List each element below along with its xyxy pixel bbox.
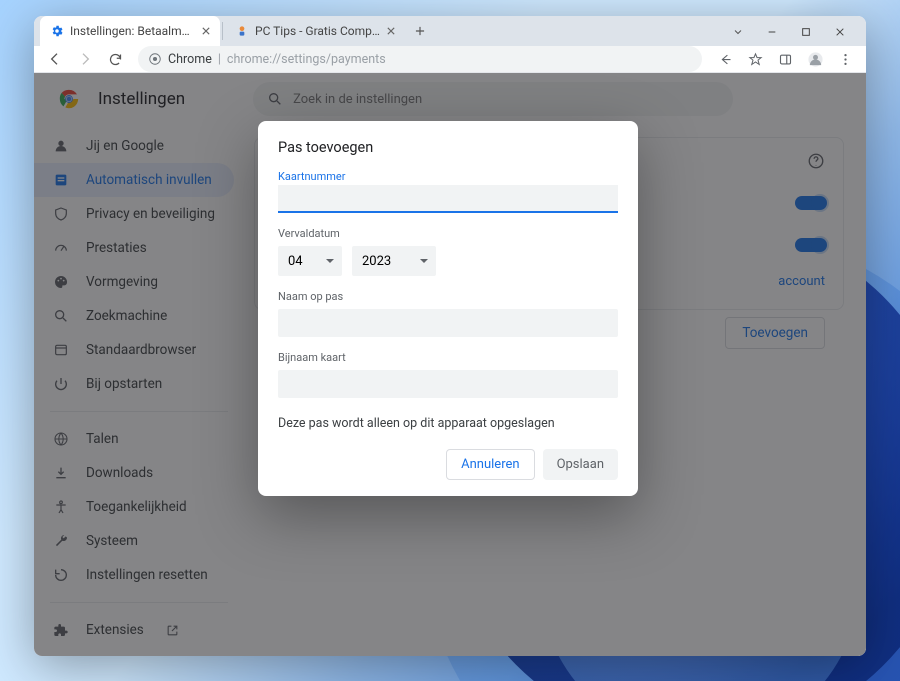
share-icon[interactable]: [712, 46, 738, 72]
chevron-down-icon[interactable]: [724, 22, 752, 42]
tab-pctips[interactable]: PC Tips - Gratis Computer Tips, i: [225, 16, 405, 46]
tab-settings-payments[interactable]: Instellingen: Betaalmethoden: [40, 16, 220, 46]
dialog-note: Deze pas wordt alleen op dit apparaat op…: [278, 416, 618, 431]
browser-toolbar: Chrome | chrome://settings/payments: [34, 46, 866, 73]
forward-button[interactable]: [72, 46, 98, 72]
name-on-card-label: Naam op pas: [278, 290, 618, 303]
expiry-year-select[interactable]: 2023: [352, 246, 436, 276]
chrome-window: Instellingen: Betaalmethoden PC Tips - G…: [34, 16, 866, 656]
chrome-page-icon: [148, 52, 162, 66]
tab-label: PC Tips - Gratis Computer Tips, i: [255, 24, 381, 38]
save-button[interactable]: Opslaan: [543, 449, 618, 480]
profile-icon[interactable]: [802, 46, 828, 72]
nickname-label: Bijnaam kaart: [278, 351, 618, 364]
tab-label: Instellingen: Betaalmethoden: [70, 24, 196, 38]
maximize-button[interactable]: [792, 22, 820, 42]
new-tab-button[interactable]: [409, 20, 431, 42]
name-on-card-input[interactable]: [278, 309, 618, 337]
url-scheme: Chrome: [168, 52, 212, 67]
nickname-input[interactable]: [278, 370, 618, 398]
side-panel-icon[interactable]: [772, 46, 798, 72]
card-number-label: Kaartnummer: [278, 170, 618, 183]
close-icon[interactable]: [387, 27, 395, 35]
tab-strip: Instellingen: Betaalmethoden PC Tips - G…: [34, 16, 866, 46]
expiry-label: Vervaldatum: [278, 227, 618, 240]
back-button[interactable]: [42, 46, 68, 72]
add-card-dialog: Pas toevoegen Kaartnummer Vervaldatum 04…: [258, 121, 638, 496]
address-bar[interactable]: Chrome | chrome://settings/payments: [138, 46, 702, 72]
menu-icon[interactable]: [832, 46, 858, 72]
bookmark-icon[interactable]: [742, 46, 768, 72]
expiry-month-select[interactable]: 04: [278, 246, 342, 276]
reload-button[interactable]: [102, 46, 128, 72]
url-path: chrome://settings/payments: [227, 52, 386, 67]
cancel-button[interactable]: Annuleren: [446, 449, 534, 480]
close-icon[interactable]: [202, 27, 210, 35]
close-window-button[interactable]: [826, 22, 854, 42]
minimize-button[interactable]: [758, 22, 786, 42]
dialog-title: Pas toevoegen: [278, 139, 618, 156]
gear-icon: [50, 24, 64, 38]
site-icon: [235, 24, 249, 38]
card-number-input[interactable]: [278, 185, 618, 213]
